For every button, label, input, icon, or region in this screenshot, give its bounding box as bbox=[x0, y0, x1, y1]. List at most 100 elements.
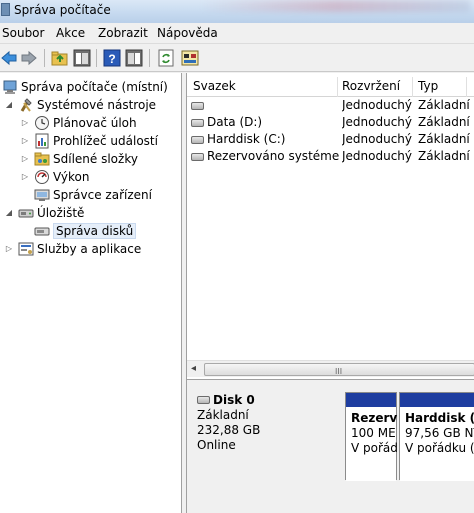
show-hide-action-pane-icon[interactable] bbox=[125, 49, 143, 67]
type-cell: Základní bbox=[418, 115, 470, 129]
column-divider[interactable] bbox=[412, 77, 413, 97]
forward-arrow-icon[interactable] bbox=[20, 49, 38, 67]
tree-label: Správa disků bbox=[53, 223, 137, 239]
partition-harddisk-c[interactable]: Harddisk (C: 97,56 GB NTF V pořádku (S bbox=[399, 392, 474, 481]
expand-arrow-icon[interactable]: ▷ bbox=[20, 118, 30, 128]
column-divider[interactable] bbox=[337, 77, 338, 97]
tree-label: Výkon bbox=[53, 170, 90, 184]
volume-icon bbox=[191, 135, 204, 144]
layout-cell: Jednoduchý bbox=[342, 115, 412, 129]
partition-size: 97,56 GB NTF bbox=[405, 426, 474, 440]
partition-reserved[interactable]: Rezerv 100 ME V pořádk bbox=[345, 392, 397, 481]
expand-arrow-icon[interactable]: ▷ bbox=[20, 172, 30, 182]
volume-icon bbox=[191, 101, 204, 110]
partition-status: V pořádku (S bbox=[405, 441, 474, 455]
disk-name: Disk 0 bbox=[213, 393, 255, 407]
volume-name-cell: Harddisk (C:) bbox=[191, 132, 335, 146]
tree-item-device-manager[interactable]: Správce zařízení bbox=[34, 186, 152, 204]
show-hide-tree-icon[interactable] bbox=[73, 49, 91, 67]
column-header-type[interactable]: Typ bbox=[418, 79, 438, 93]
svg-text:?: ? bbox=[108, 52, 115, 66]
menu-view[interactable]: Zobrazit bbox=[98, 26, 148, 40]
tree-item-performance[interactable]: ▷ Výkon bbox=[20, 168, 89, 186]
partition-title: Harddisk (C: bbox=[405, 411, 474, 425]
collapse-arrow-icon[interactable]: ◢ bbox=[4, 208, 14, 218]
storage-icon bbox=[18, 205, 34, 221]
type-cell: Základní bbox=[418, 149, 470, 163]
table-row[interactable]: Jednoduchý Základní bbox=[187, 97, 474, 114]
tree-label: Sdílené složky bbox=[53, 152, 138, 166]
tree-item-services-apps[interactable]: ▷ Služby a aplikace bbox=[4, 240, 141, 258]
horizontal-scrollbar[interactable]: ◂ III bbox=[187, 360, 474, 377]
disk-size: 232,88 GB bbox=[197, 423, 261, 437]
menu-file[interactable]: Soubor bbox=[2, 26, 44, 40]
back-arrow-icon[interactable] bbox=[0, 49, 18, 67]
scrollbar-thumb[interactable]: III bbox=[204, 363, 474, 376]
table-row[interactable]: Data (D:) Jednoduchý Základní bbox=[187, 114, 474, 131]
toolbar: ? bbox=[0, 44, 474, 72]
type-cell: Základní bbox=[418, 132, 470, 146]
shared-folder-icon bbox=[34, 151, 50, 167]
tree-item-task-scheduler[interactable]: ▷ Plánovač úloh bbox=[20, 114, 137, 132]
column-header-volume[interactable]: Svazek bbox=[193, 79, 236, 93]
help-icon[interactable]: ? bbox=[103, 49, 121, 67]
menu-help[interactable]: Nápověda bbox=[157, 26, 218, 40]
tree-label: Služby a aplikace bbox=[37, 242, 142, 256]
column-divider[interactable] bbox=[466, 77, 467, 97]
disk-info[interactable]: Disk 0 Základní 232,88 GB Online bbox=[193, 390, 343, 480]
partition-size: 100 ME bbox=[351, 426, 396, 440]
services-icon bbox=[18, 241, 34, 257]
disk-management-icon bbox=[34, 223, 50, 239]
disk-icon bbox=[197, 396, 210, 404]
title-bar-glass bbox=[200, 0, 470, 12]
volume-name-cell bbox=[191, 98, 335, 112]
settings-icon[interactable] bbox=[181, 49, 199, 67]
tree-label: Prohlížeč událostí bbox=[53, 134, 158, 148]
tree-item-computer-management[interactable]: Správa počítače (místní) bbox=[2, 78, 168, 96]
tree-label: Plánovač úloh bbox=[53, 116, 137, 130]
disk-graph-area: Disk 0 Základní 232,88 GB Online Rezerv … bbox=[187, 379, 474, 513]
expand-arrow-icon[interactable]: ▷ bbox=[4, 244, 14, 254]
partition-band bbox=[346, 393, 396, 407]
partition-band bbox=[400, 393, 474, 407]
tree-item-storage[interactable]: ◢ Úložiště bbox=[4, 204, 85, 222]
expand-arrow-icon[interactable]: ▷ bbox=[20, 136, 30, 146]
event-viewer-icon bbox=[34, 133, 50, 149]
volume-icon bbox=[191, 118, 204, 127]
table-row[interactable]: Harddisk (C:) Jednoduchý Základní bbox=[187, 131, 474, 148]
console-tree: Správa počítače (místní) ◢ Systémové nás… bbox=[0, 73, 182, 513]
tree-item-event-viewer[interactable]: ▷ Prohlížeč událostí bbox=[20, 132, 158, 150]
window-title: Správa počítače bbox=[14, 3, 111, 17]
table-row[interactable]: Rezervováno systémem Jednoduchý Základní bbox=[187, 148, 474, 165]
tree-label: Úložiště bbox=[37, 206, 85, 220]
expand-arrow-icon[interactable]: ▷ bbox=[20, 154, 30, 164]
tree-item-shared-folders[interactable]: ▷ Sdílené složky bbox=[20, 150, 138, 168]
scrollbar-grip: III bbox=[335, 367, 343, 376]
clock-icon bbox=[34, 115, 50, 131]
tree-item-system-tools[interactable]: ◢ Systémové nástroje bbox=[4, 96, 156, 114]
partition-status: V pořádk bbox=[351, 441, 397, 455]
app-icon bbox=[1, 3, 10, 16]
tree-item-disk-management[interactable]: Správa disků bbox=[34, 222, 137, 240]
scroll-left-arrow-icon[interactable]: ◂ bbox=[191, 363, 196, 374]
up-folder-icon[interactable] bbox=[51, 49, 69, 67]
layout-cell: Jednoduchý bbox=[342, 149, 412, 163]
tree-label: Správa počítače (místní) bbox=[21, 80, 168, 94]
list-header: Svazek Rozvržení Typ bbox=[187, 77, 474, 97]
tree-label: Správce zařízení bbox=[53, 188, 152, 202]
volume-icon bbox=[191, 152, 204, 161]
disk-status: Online bbox=[197, 438, 236, 452]
toolbar-separator bbox=[149, 49, 150, 67]
refresh-icon[interactable] bbox=[157, 49, 175, 67]
volume-name-cell: Data (D:) bbox=[191, 115, 335, 129]
device-manager-icon bbox=[34, 187, 50, 203]
tree-label: Systémové nástroje bbox=[37, 98, 157, 112]
details-pane: Svazek Rozvržení Typ Jednoduchý Základní… bbox=[186, 73, 474, 513]
menu-bar: Soubor Akce Zobrazit Nápověda bbox=[0, 23, 474, 44]
column-header-layout[interactable]: Rozvržení bbox=[342, 79, 400, 93]
performance-icon bbox=[34, 169, 50, 185]
tools-icon bbox=[18, 97, 34, 113]
collapse-arrow-icon[interactable]: ◢ bbox=[4, 100, 14, 110]
menu-action[interactable]: Akce bbox=[56, 26, 85, 40]
toolbar-separator bbox=[44, 49, 45, 67]
